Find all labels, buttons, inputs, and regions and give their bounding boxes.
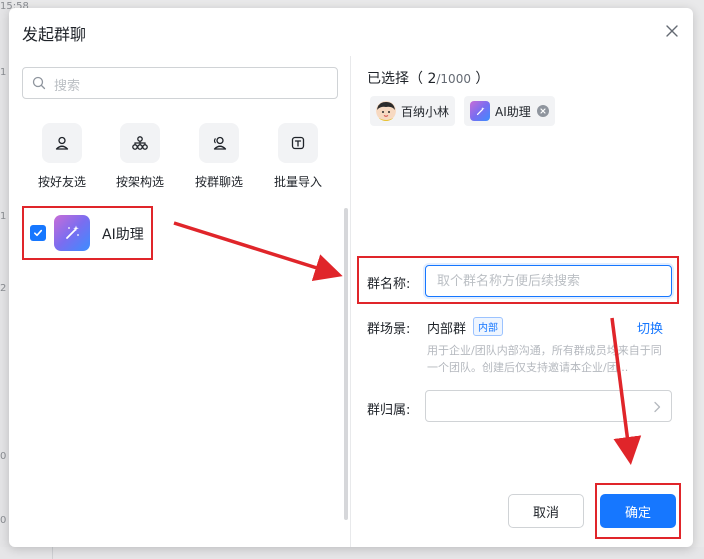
selected-chip-name: 百纳小林 bbox=[401, 104, 450, 119]
ai-assistant-icon bbox=[54, 215, 90, 251]
ai-assistant-icon bbox=[470, 101, 490, 121]
background-text: 1 bbox=[0, 211, 7, 222]
select-by-friend-button[interactable]: 按好友选 bbox=[22, 123, 102, 190]
search-input[interactable]: 搜索 bbox=[22, 67, 338, 99]
batch-import-button[interactable]: 批量导入 bbox=[258, 123, 338, 190]
select-by-group-button[interactable]: 按群聊选 bbox=[179, 123, 259, 190]
group-scene-description: 用于企业/团队内部沟通，所有群成员均来自于同一个团队。创建后仅支持邀请本企业/团… bbox=[427, 344, 662, 374]
selected-max: /1000 bbox=[436, 72, 471, 86]
panel-divider bbox=[350, 56, 351, 547]
selected-chip-ai: AI助理 bbox=[464, 96, 555, 126]
search-placeholder: 搜索 bbox=[54, 79, 81, 94]
remove-chip-icon[interactable] bbox=[536, 105, 549, 117]
group-name-input[interactable] bbox=[425, 265, 672, 297]
select-by-org-label: 按架构选 bbox=[115, 175, 164, 189]
left-panel-scrollbar[interactable] bbox=[344, 208, 348, 520]
internal-badge: 内部 bbox=[473, 317, 503, 336]
selected-label: 已选择 bbox=[367, 71, 409, 87]
group-scene-label: 群场景: bbox=[367, 322, 411, 337]
group-owner-select[interactable] bbox=[425, 390, 672, 422]
group-chat-icon bbox=[199, 123, 239, 163]
selected-chip-name: AI助理 bbox=[495, 104, 531, 119]
background-bottom-bar bbox=[0, 547, 704, 559]
group-scene-value: 内部群 bbox=[427, 322, 467, 337]
confirm-button[interactable]: 确定 bbox=[600, 494, 676, 528]
start-group-chat-dialog: 发起群聊 搜索 按好友选 按架构选 按群聊选 批量导入 AI助理 已选择（ 2/… bbox=[9, 8, 693, 547]
close-icon[interactable] bbox=[664, 23, 680, 39]
user-avatar bbox=[376, 101, 396, 121]
chevron-right-icon bbox=[654, 401, 661, 413]
contact-checkbox[interactable] bbox=[30, 225, 46, 241]
cancel-button[interactable]: 取消 bbox=[508, 494, 584, 528]
user-icon bbox=[42, 123, 82, 163]
selected-count-title: 已选择（ 2/1000 ） bbox=[367, 71, 490, 87]
group-owner-label: 群归属: bbox=[367, 403, 411, 418]
select-by-friend-label: 按好友选 bbox=[37, 175, 86, 189]
background-text: 1 bbox=[0, 67, 7, 78]
background-text: 2 bbox=[0, 283, 7, 294]
dialog-title: 发起群聊 bbox=[22, 25, 87, 44]
contact-list-item[interactable]: AI助理 bbox=[22, 206, 153, 260]
switch-scene-link[interactable]: 切换 bbox=[637, 318, 663, 337]
search-icon bbox=[32, 76, 46, 90]
selected-chip-user: 百纳小林 bbox=[370, 96, 456, 126]
group-name-label: 群名称: bbox=[367, 277, 411, 292]
select-by-group-label: 按群聊选 bbox=[194, 175, 243, 189]
contact-name: AI助理 bbox=[102, 227, 144, 243]
org-structure-icon bbox=[120, 123, 160, 163]
background-text: 0 bbox=[0, 451, 7, 462]
background-divider bbox=[52, 547, 53, 559]
select-by-org-button[interactable]: 按架构选 bbox=[100, 123, 180, 190]
import-icon bbox=[278, 123, 318, 163]
background-text: 0 bbox=[0, 515, 7, 526]
batch-import-label: 批量导入 bbox=[273, 175, 322, 189]
